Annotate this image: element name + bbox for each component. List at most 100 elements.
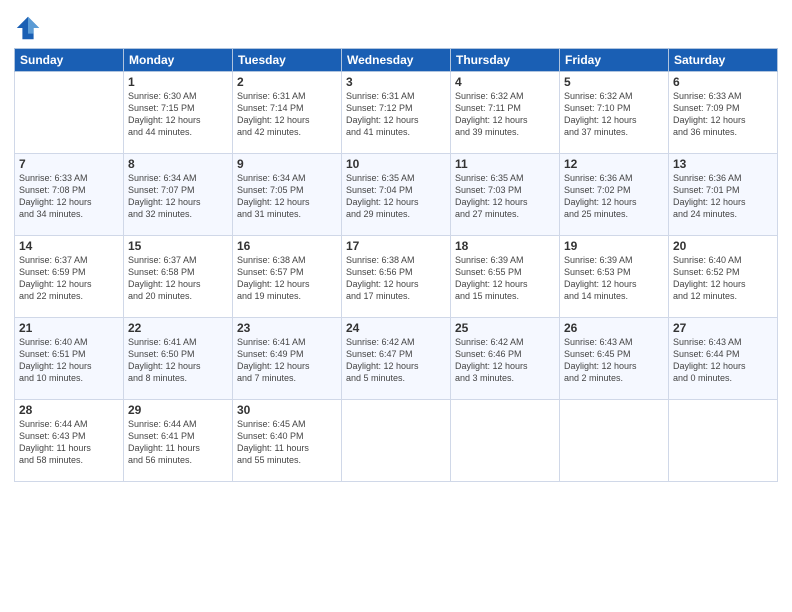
day-info: Sunrise: 6:45 AM Sunset: 6:40 PM Dayligh… — [237, 418, 337, 467]
day-info: Sunrise: 6:38 AM Sunset: 6:56 PM Dayligh… — [346, 254, 446, 303]
calendar-cell: 17Sunrise: 6:38 AM Sunset: 6:56 PM Dayli… — [342, 236, 451, 318]
day-number: 18 — [455, 239, 555, 253]
day-number: 25 — [455, 321, 555, 335]
day-info: Sunrise: 6:44 AM Sunset: 6:43 PM Dayligh… — [19, 418, 119, 467]
day-info: Sunrise: 6:35 AM Sunset: 7:04 PM Dayligh… — [346, 172, 446, 221]
calendar-cell: 24Sunrise: 6:42 AM Sunset: 6:47 PM Dayli… — [342, 318, 451, 400]
calendar-cell: 2Sunrise: 6:31 AM Sunset: 7:14 PM Daylig… — [233, 72, 342, 154]
day-number: 3 — [346, 75, 446, 89]
logo — [14, 14, 46, 42]
day-number: 10 — [346, 157, 446, 171]
day-header: Saturday — [669, 49, 778, 72]
calendar-cell: 16Sunrise: 6:38 AM Sunset: 6:57 PM Dayli… — [233, 236, 342, 318]
day-number: 7 — [19, 157, 119, 171]
calendar-cell: 20Sunrise: 6:40 AM Sunset: 6:52 PM Dayli… — [669, 236, 778, 318]
day-number: 22 — [128, 321, 228, 335]
day-number: 2 — [237, 75, 337, 89]
calendar-cell: 11Sunrise: 6:35 AM Sunset: 7:03 PM Dayli… — [451, 154, 560, 236]
calendar-cell — [15, 72, 124, 154]
day-info: Sunrise: 6:40 AM Sunset: 6:52 PM Dayligh… — [673, 254, 773, 303]
day-info: Sunrise: 6:40 AM Sunset: 6:51 PM Dayligh… — [19, 336, 119, 385]
calendar-cell: 4Sunrise: 6:32 AM Sunset: 7:11 PM Daylig… — [451, 72, 560, 154]
day-info: Sunrise: 6:34 AM Sunset: 7:07 PM Dayligh… — [128, 172, 228, 221]
day-number: 24 — [346, 321, 446, 335]
page: SundayMondayTuesdayWednesdayThursdayFrid… — [0, 0, 792, 612]
calendar-cell: 5Sunrise: 6:32 AM Sunset: 7:10 PM Daylig… — [560, 72, 669, 154]
day-number: 26 — [564, 321, 664, 335]
calendar-week-row: 7Sunrise: 6:33 AM Sunset: 7:08 PM Daylig… — [15, 154, 778, 236]
day-header: Thursday — [451, 49, 560, 72]
day-number: 11 — [455, 157, 555, 171]
calendar-cell: 14Sunrise: 6:37 AM Sunset: 6:59 PM Dayli… — [15, 236, 124, 318]
day-number: 15 — [128, 239, 228, 253]
day-number: 28 — [19, 403, 119, 417]
calendar-cell: 3Sunrise: 6:31 AM Sunset: 7:12 PM Daylig… — [342, 72, 451, 154]
day-info: Sunrise: 6:39 AM Sunset: 6:53 PM Dayligh… — [564, 254, 664, 303]
calendar-cell — [342, 400, 451, 482]
day-number: 8 — [128, 157, 228, 171]
day-info: Sunrise: 6:37 AM Sunset: 6:59 PM Dayligh… — [19, 254, 119, 303]
day-number: 17 — [346, 239, 446, 253]
day-info: Sunrise: 6:33 AM Sunset: 7:09 PM Dayligh… — [673, 90, 773, 139]
day-info: Sunrise: 6:33 AM Sunset: 7:08 PM Dayligh… — [19, 172, 119, 221]
day-info: Sunrise: 6:32 AM Sunset: 7:11 PM Dayligh… — [455, 90, 555, 139]
day-number: 9 — [237, 157, 337, 171]
day-header: Sunday — [15, 49, 124, 72]
day-info: Sunrise: 6:41 AM Sunset: 6:49 PM Dayligh… — [237, 336, 337, 385]
calendar-week-row: 28Sunrise: 6:44 AM Sunset: 6:43 PM Dayli… — [15, 400, 778, 482]
calendar-cell: 27Sunrise: 6:43 AM Sunset: 6:44 PM Dayli… — [669, 318, 778, 400]
day-number: 30 — [237, 403, 337, 417]
calendar-cell — [669, 400, 778, 482]
calendar-cell: 7Sunrise: 6:33 AM Sunset: 7:08 PM Daylig… — [15, 154, 124, 236]
day-info: Sunrise: 6:31 AM Sunset: 7:12 PM Dayligh… — [346, 90, 446, 139]
day-info: Sunrise: 6:31 AM Sunset: 7:14 PM Dayligh… — [237, 90, 337, 139]
calendar-cell: 1Sunrise: 6:30 AM Sunset: 7:15 PM Daylig… — [124, 72, 233, 154]
calendar-cell: 12Sunrise: 6:36 AM Sunset: 7:02 PM Dayli… — [560, 154, 669, 236]
day-header: Tuesday — [233, 49, 342, 72]
day-info: Sunrise: 6:35 AM Sunset: 7:03 PM Dayligh… — [455, 172, 555, 221]
day-info: Sunrise: 6:30 AM Sunset: 7:15 PM Dayligh… — [128, 90, 228, 139]
calendar-cell: 28Sunrise: 6:44 AM Sunset: 6:43 PM Dayli… — [15, 400, 124, 482]
day-number: 1 — [128, 75, 228, 89]
day-info: Sunrise: 6:36 AM Sunset: 7:01 PM Dayligh… — [673, 172, 773, 221]
day-info: Sunrise: 6:41 AM Sunset: 6:50 PM Dayligh… — [128, 336, 228, 385]
calendar-cell: 19Sunrise: 6:39 AM Sunset: 6:53 PM Dayli… — [560, 236, 669, 318]
day-number: 5 — [564, 75, 664, 89]
calendar-cell: 15Sunrise: 6:37 AM Sunset: 6:58 PM Dayli… — [124, 236, 233, 318]
day-info: Sunrise: 6:44 AM Sunset: 6:41 PM Dayligh… — [128, 418, 228, 467]
day-info: Sunrise: 6:43 AM Sunset: 6:44 PM Dayligh… — [673, 336, 773, 385]
day-info: Sunrise: 6:42 AM Sunset: 6:47 PM Dayligh… — [346, 336, 446, 385]
day-number: 14 — [19, 239, 119, 253]
calendar-cell: 29Sunrise: 6:44 AM Sunset: 6:41 PM Dayli… — [124, 400, 233, 482]
day-info: Sunrise: 6:34 AM Sunset: 7:05 PM Dayligh… — [237, 172, 337, 221]
calendar-cell: 18Sunrise: 6:39 AM Sunset: 6:55 PM Dayli… — [451, 236, 560, 318]
calendar-week-row: 14Sunrise: 6:37 AM Sunset: 6:59 PM Dayli… — [15, 236, 778, 318]
calendar-cell: 8Sunrise: 6:34 AM Sunset: 7:07 PM Daylig… — [124, 154, 233, 236]
calendar-cell: 25Sunrise: 6:42 AM Sunset: 6:46 PM Dayli… — [451, 318, 560, 400]
calendar-cell: 10Sunrise: 6:35 AM Sunset: 7:04 PM Dayli… — [342, 154, 451, 236]
day-number: 13 — [673, 157, 773, 171]
day-info: Sunrise: 6:37 AM Sunset: 6:58 PM Dayligh… — [128, 254, 228, 303]
calendar-cell: 9Sunrise: 6:34 AM Sunset: 7:05 PM Daylig… — [233, 154, 342, 236]
calendar-cell: 26Sunrise: 6:43 AM Sunset: 6:45 PM Dayli… — [560, 318, 669, 400]
day-number: 23 — [237, 321, 337, 335]
calendar-cell: 23Sunrise: 6:41 AM Sunset: 6:49 PM Dayli… — [233, 318, 342, 400]
day-number: 21 — [19, 321, 119, 335]
logo-icon — [14, 14, 42, 42]
day-info: Sunrise: 6:32 AM Sunset: 7:10 PM Dayligh… — [564, 90, 664, 139]
calendar-week-row: 21Sunrise: 6:40 AM Sunset: 6:51 PM Dayli… — [15, 318, 778, 400]
calendar-cell: 13Sunrise: 6:36 AM Sunset: 7:01 PM Dayli… — [669, 154, 778, 236]
day-header: Wednesday — [342, 49, 451, 72]
day-info: Sunrise: 6:39 AM Sunset: 6:55 PM Dayligh… — [455, 254, 555, 303]
day-info: Sunrise: 6:43 AM Sunset: 6:45 PM Dayligh… — [564, 336, 664, 385]
day-number: 16 — [237, 239, 337, 253]
calendar-week-row: 1Sunrise: 6:30 AM Sunset: 7:15 PM Daylig… — [15, 72, 778, 154]
day-number: 6 — [673, 75, 773, 89]
day-number: 29 — [128, 403, 228, 417]
calendar-cell: 6Sunrise: 6:33 AM Sunset: 7:09 PM Daylig… — [669, 72, 778, 154]
day-number: 4 — [455, 75, 555, 89]
day-number: 20 — [673, 239, 773, 253]
header — [14, 10, 778, 42]
day-info: Sunrise: 6:42 AM Sunset: 6:46 PM Dayligh… — [455, 336, 555, 385]
day-info: Sunrise: 6:36 AM Sunset: 7:02 PM Dayligh… — [564, 172, 664, 221]
